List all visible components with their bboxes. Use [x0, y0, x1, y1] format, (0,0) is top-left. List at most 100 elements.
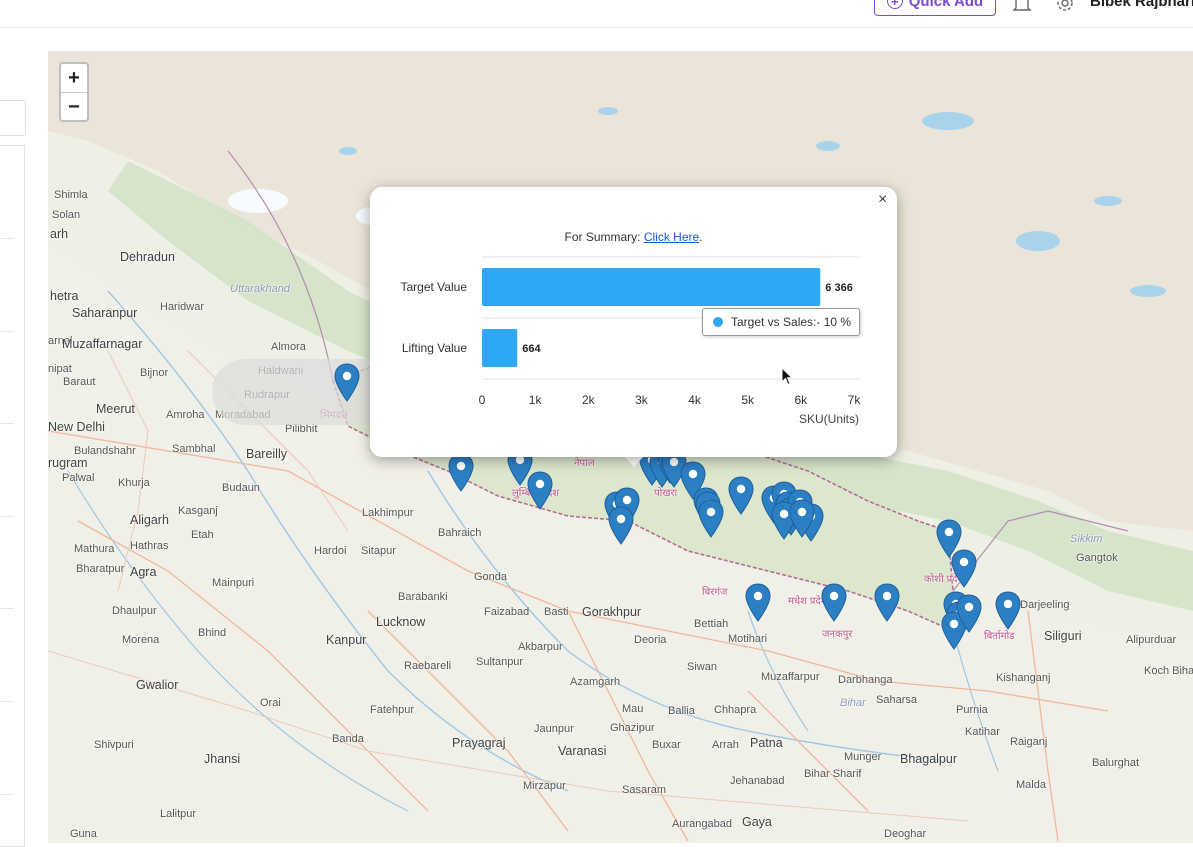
place-label: Saharsa: [876, 694, 917, 706]
sidebar-divider: [0, 238, 14, 239]
place-label: Bihar Sharif: [804, 768, 862, 780]
place-label: Guna: [70, 828, 97, 840]
place-label: Akbarpur: [518, 641, 563, 653]
user-name[interactable]: Bibek Rajbhari: [1090, 0, 1193, 10]
place-label: Lalitpur: [160, 808, 197, 820]
place-label: Palwal: [62, 472, 95, 484]
place-label: Bihar: [840, 697, 866, 709]
place-label: New Delhi: [48, 420, 105, 434]
place-label: Varanasi: [558, 744, 607, 758]
map-marker-icon[interactable]: [608, 506, 634, 546]
place-label: Sambhal: [172, 443, 216, 455]
bar: [482, 268, 821, 306]
quick-add-button[interactable]: + Quick Add: [874, 0, 996, 16]
x-tick-label: 4k: [688, 393, 702, 407]
sidebar-divider: [0, 794, 14, 795]
map-marker-icon[interactable]: [951, 549, 977, 589]
place-label: Aurangabad: [672, 818, 732, 830]
place-label: Kasganj: [178, 505, 218, 517]
place-label: nipat: [48, 363, 72, 375]
map-marker-icon[interactable]: [698, 499, 724, 539]
x-tick-label: 3k: [635, 393, 649, 407]
place-label: Uttarakhand: [230, 283, 290, 295]
place-label: Shimla: [54, 189, 88, 201]
map-marker-icon[interactable]: [448, 453, 474, 493]
place-label: hetra: [50, 289, 79, 303]
place-label: Muzaffarpur: [761, 671, 820, 683]
zoom-out-button[interactable]: −: [61, 93, 87, 121]
x-tick-label: 6k: [795, 393, 809, 407]
map-marker-icon[interactable]: [995, 591, 1021, 631]
place-label: Motihari: [728, 633, 768, 645]
x-tick-label: 7k: [848, 393, 862, 407]
place-label: Patna: [750, 736, 783, 750]
map-marker-icon[interactable]: [874, 583, 900, 623]
place-label: Siwan: [687, 661, 717, 673]
place-label: Lucknow: [376, 615, 426, 629]
place-label: Dhaulpur: [112, 605, 157, 617]
place-label: Jehanabad: [730, 775, 785, 787]
tooltip-text: Target vs Sales:- 10 %: [731, 315, 852, 329]
place-label: Darjeeling: [1020, 599, 1070, 611]
x-tick-label: 2k: [582, 393, 596, 407]
place-label: Buxar: [652, 739, 681, 751]
zoom-in-button[interactable]: +: [61, 64, 87, 93]
place-label: Orai: [260, 697, 281, 709]
place-label: Fatehpur: [370, 704, 415, 716]
sidebar-divider: [0, 608, 14, 609]
bell-icon[interactable]: [1012, 0, 1032, 14]
plus-circle-icon: +: [886, 0, 903, 9]
place-label: Sasaram: [622, 784, 667, 796]
x-axis-title: SKU(Units): [799, 412, 859, 426]
place-label: Banda: [332, 733, 364, 745]
region-label: नेपाल: [574, 458, 595, 469]
place-label: Ghazipur: [610, 722, 655, 734]
chart-tooltip: Target vs Sales:- 10 %: [702, 308, 860, 336]
map-marker-icon[interactable]: [728, 476, 754, 516]
place-label: Sultanpur: [476, 656, 524, 668]
place-label: Gangtok: [1076, 552, 1118, 564]
map-marker-icon[interactable]: [821, 583, 847, 623]
place-label: arh: [50, 227, 69, 241]
place-label: Bahraich: [438, 527, 482, 539]
place-label: Lakhimpur: [362, 507, 414, 519]
place-label: Prayagraj: [452, 736, 506, 750]
place-label: Mainpuri: [212, 577, 255, 589]
place-label: Bhagalpur: [900, 752, 957, 766]
place-label: Jaunpur: [534, 723, 574, 735]
place-label: Raebareli: [404, 660, 452, 672]
place-label: Shivpuri: [94, 739, 134, 751]
category-label: Lifting Value: [402, 341, 467, 355]
place-label: Meerut: [96, 402, 135, 416]
place-label: Alipurduar: [1126, 634, 1177, 646]
place-label: Sikkim: [1070, 533, 1103, 545]
place-label: Kanpur: [326, 633, 367, 647]
place-label: Darbhanga: [838, 674, 893, 686]
place-label: Faizabad: [484, 606, 530, 618]
place-label: Bhind: [198, 627, 227, 639]
sidebar-input[interactable]: [0, 100, 26, 136]
place-label: Amroha: [166, 409, 205, 421]
place-label: Muzaffarnagar: [62, 337, 143, 351]
place-label: Deoria: [634, 634, 667, 646]
place-label: Munger: [844, 751, 882, 763]
place-label: Bharatpur: [76, 563, 125, 575]
map-marker-icon[interactable]: [789, 499, 815, 539]
place-label: Sitapur: [361, 545, 396, 557]
sidebar-divider: [0, 516, 14, 517]
place-label: Malda: [1016, 779, 1046, 791]
place-label: Katihar: [965, 726, 1000, 738]
map-marker-icon[interactable]: [745, 583, 771, 623]
place-label: Gorakhpur: [582, 605, 642, 619]
place-label: Mau: [622, 703, 644, 715]
place-label: Kishanganj: [996, 672, 1051, 684]
place-label: Ballia: [668, 705, 695, 717]
map-marker-icon[interactable]: [527, 471, 553, 511]
map-marker-icon[interactable]: [956, 594, 982, 634]
map-marker-icon[interactable]: [334, 363, 360, 403]
region-label: बिरगंज: [702, 587, 728, 598]
gear-icon[interactable]: [1054, 0, 1076, 14]
place-label: Etah: [191, 529, 214, 541]
bar: [482, 329, 518, 367]
x-tick-label: 0: [479, 393, 486, 407]
